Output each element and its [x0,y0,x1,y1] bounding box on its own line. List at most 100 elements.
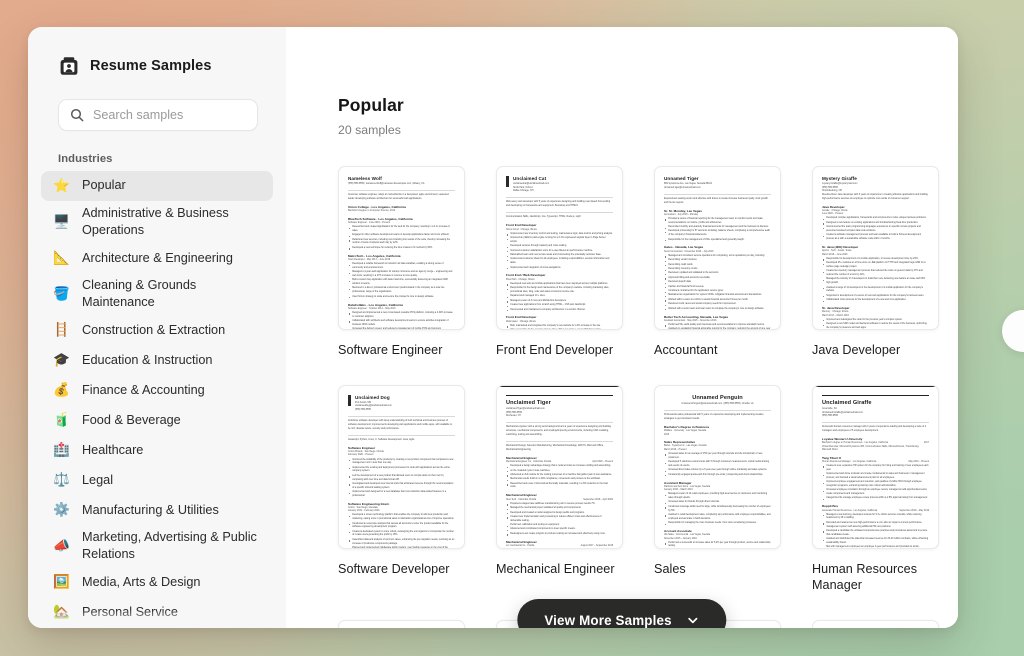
sample-thumbnail[interactable]: Unnamed Penguin Unnamed.Penguin@unnamedma… [654,384,781,549]
sidebar-item-education-instruction[interactable]: 🎓 Education & Instruction [41,345,273,375]
resume-bullet: Recruited and retained an new high-perfo… [822,522,929,529]
sidebar-item-construction-extraction[interactable]: 🪜 Construction & Extraction [41,315,273,345]
sidebar-item-administrative-business-operations[interactable]: 🖥️ Administrative & Business Operations [41,201,273,243]
resume-bullet: Built a custom bay application with fast… [348,279,455,286]
resume-bullet: Created a new, expansive HR system for t… [822,465,929,472]
resume-bullet: Implemented customer ideas for all emplo… [506,258,613,265]
resume-section-heading: Better Tech Accounting, Nevada, Las Vega… [664,314,729,319]
resume-contact: unclaimed.Tiger@unclaimedmail.com (555) 5… [506,408,545,418]
resume-summary: Results-driven Java developer with 6 yea… [822,193,928,200]
sidebar-item-popular[interactable]: ⭐ Popular [41,171,273,201]
house-icon: 🏡 [53,604,70,620]
resume-bullet: Managed a team of 3 more and Mobile-firs… [506,300,613,304]
resume-bullet: Implemented and drove inclusion and crea… [822,473,929,480]
resume-contact: (555) 555-5555 | nameless.Wolf@nameless.… [348,183,425,186]
sample-thumbnail[interactable]: Mystery Giraffe mystery.Giraffe@mysteryma… [812,166,939,330]
beverage-icon: 🧃 [53,412,70,428]
list-item[interactable]: Unnamed Penguin Unnamed.Penguin@unnamedma… [654,384,781,620]
sample-thumbnail[interactable]: Nameless Wolf (555) 555-5555 | nameless.W… [338,166,465,330]
search-input[interactable] [93,108,255,122]
list-item[interactable]: Unclaimed Cat unclaimedcat@unclaimedmail.… [496,166,623,385]
sample-title: Front End Developer [496,343,614,357]
divider [348,190,455,191]
sidebar-item-healthcare[interactable]: 🏥 Healthcare [41,435,273,465]
sidebar-item-legal[interactable]: ⚖️ Legal [41,465,273,495]
resume-bullet: Implemented new inventory control and te… [506,233,613,237]
resume-section-subline: Next Tech · Columbia, Florida September 2… [506,498,613,501]
doc-topbar-rule [506,394,613,397]
sidebar: Resume Samples Industries ⭐ Popular 🖥️ Admi… [28,27,286,628]
sidebar-item-architecture-engineering[interactable]: 📐 Architecture & Engineering [41,243,273,273]
resume-section-subline: Virtual Recruiter, Microsoft Dynamics 36… [822,445,920,452]
resume-bullet: Improved the scalability of the products… [348,459,455,466]
resume-bullet: Researched and reuse 3 dimensional therm… [506,483,613,490]
ruler-triangle-icon: 📐 [53,250,70,266]
resume-section-heading: Reppli Bos [822,504,839,509]
list-item[interactable] [338,619,465,628]
list-item[interactable] [812,619,939,628]
list-item[interactable]: Mystery Giraffe mystery.Giraffe@mysteryma… [812,166,939,385]
resume-bullet: Created new implementation and processin… [506,516,613,523]
resume-bullet: Increased direct sales volume by a 6 yea… [664,469,771,473]
sample-thumbnail[interactable] [812,619,939,628]
divider [506,440,613,442]
resume-section-heading: MetroTech · Los Angeles, California [348,253,401,258]
resume-bullet: Documented and maintained a company arch… [506,309,613,313]
sample-thumbnail[interactable]: Unclaimed Cat unclaimedcat@unclaimedmail.… [496,166,623,330]
sample-thumbnail[interactable]: Unclaimed Tiger unclaimed.Tiger@unclaimed… [496,384,623,549]
resume-bullet: Conducted coverage skills need for large… [664,506,771,513]
resume-bullet: Implemented and integration of cross-nav… [506,267,613,271]
sample-title: Software Engineer [338,343,443,357]
resume-section-heading: Sr. Java Developer [822,305,850,310]
sidebar-item-finance-accounting[interactable]: 💰 Finance & Accounting [41,375,273,405]
resume-candidate-name: Unclaimed Dog [355,394,390,400]
sidebar-item-marketing-advertising-public-relations[interactable]: 📣 Marketing, Advertising & Public Relatio… [41,525,273,567]
picture-frame-icon: 🖼️ [53,574,70,590]
resume-section-subline: Team Developer · May 2017 – June 2019 [348,258,391,261]
list-item[interactable]: Unnamed Tiger 882 Sycamore Ave, Las Vegas… [654,166,781,385]
resume-section-heading: Front End / Web Developer [506,273,546,278]
list-item[interactable]: Unclaimed Giraffe Greenville, SC Unclaimed… [812,384,939,620]
resume-bullet: Advanced and coordinated components to m… [506,528,613,532]
sample-thumbnail[interactable]: Unnamed Tiger 882 Sycamore Ave, Las Vegas… [654,166,781,330]
sample-title: Accountant [654,343,718,357]
resume-bullet: Prepared a stages base additives manufac… [506,503,613,507]
resume-candidate-name: Unclaimed Cat [513,176,547,181]
floating-circle-decoration [1002,310,1024,352]
resume-bullet: on the modeled cycle to less machines. [506,470,613,474]
resume-bullet: Created an inventory management process … [822,270,929,277]
resume-bullet: Responsible for the management of 150+ s… [664,239,771,243]
samples-scroll-area[interactable]: Popular 20 samples Nameless Wolf (555) 55… [286,27,958,628]
page-title: Popular [338,95,404,115]
sample-thumbnail[interactable] [338,619,465,628]
resume-bullet: Assisted in retail development sales, co… [664,514,771,521]
monitor-icon: 🖥️ [53,214,70,230]
sidebar-item-personal-service[interactable]: 🏡 Personal Service [41,597,273,627]
resume-section-heading: Front End Developer [506,315,537,320]
resume-preview [813,621,938,628]
sidebar-item-manufacturing-utilities[interactable]: ⚙️ Manufacturing & Utilities [41,495,273,525]
sidebar-item-food-beverage[interactable]: 🧃 Food & Beverage [41,405,273,435]
resume-bullet: Reviewed payroll data [664,281,771,285]
list-item[interactable]: Unclaimed Dog Port Austin, MN unclaimeddog… [338,384,465,620]
sidebar-item-cleaning-grounds-maintenance[interactable]: 🪣 Cleaning & Grounds Maintenance [41,273,273,315]
resume-bullet: Repaired and managed 10 + sites. [506,295,613,299]
sidebar-item-media-arts-design[interactable]: 🖼️ Media, Arts & Design [41,567,273,597]
resume-section-heading: Sr. Java (JEE) Developer [822,244,859,249]
view-more-samples-button[interactable]: View More Samples [517,599,727,628]
resume-section-heading: Software Engineering Intern [348,501,390,506]
resume-section-subline: Bartel · Systems Inc · Las Vegas, Nevada… [664,445,707,451]
sample-thumbnail[interactable]: Unclaimed Giraffe Greenville, SC Unclaimed… [812,384,939,549]
sample-thumbnail[interactable]: Unclaimed Dog Port Austin, MN unclaimeddog… [338,384,465,549]
list-item[interactable]: Nameless Wolf (555) 555-5555 | nameless.W… [338,166,465,385]
resume-bullet: Reviewed, updated and validated to the a… [664,272,771,276]
resume-skills: Mechanical Design, Autocad, Manufacturin… [506,445,604,451]
resume-bullet: Developed a screen technology platform t… [348,514,455,521]
search-box[interactable] [58,99,258,131]
resume-section-heading: Mechanical Engineer [506,539,537,544]
resume-summary: Customer software engineer, adept at mul… [348,194,449,201]
resume-bullet: Implemented the existing and deployment … [348,467,455,474]
list-item[interactable]: Unclaimed Tiger unclaimed.Tiger@unclaimed… [496,384,623,620]
resume-section-subline: Gooale · Chicago, Illinois June 2020 – Pr… [822,209,848,216]
resume-section-heading: Mechanical Engineer [506,493,537,498]
